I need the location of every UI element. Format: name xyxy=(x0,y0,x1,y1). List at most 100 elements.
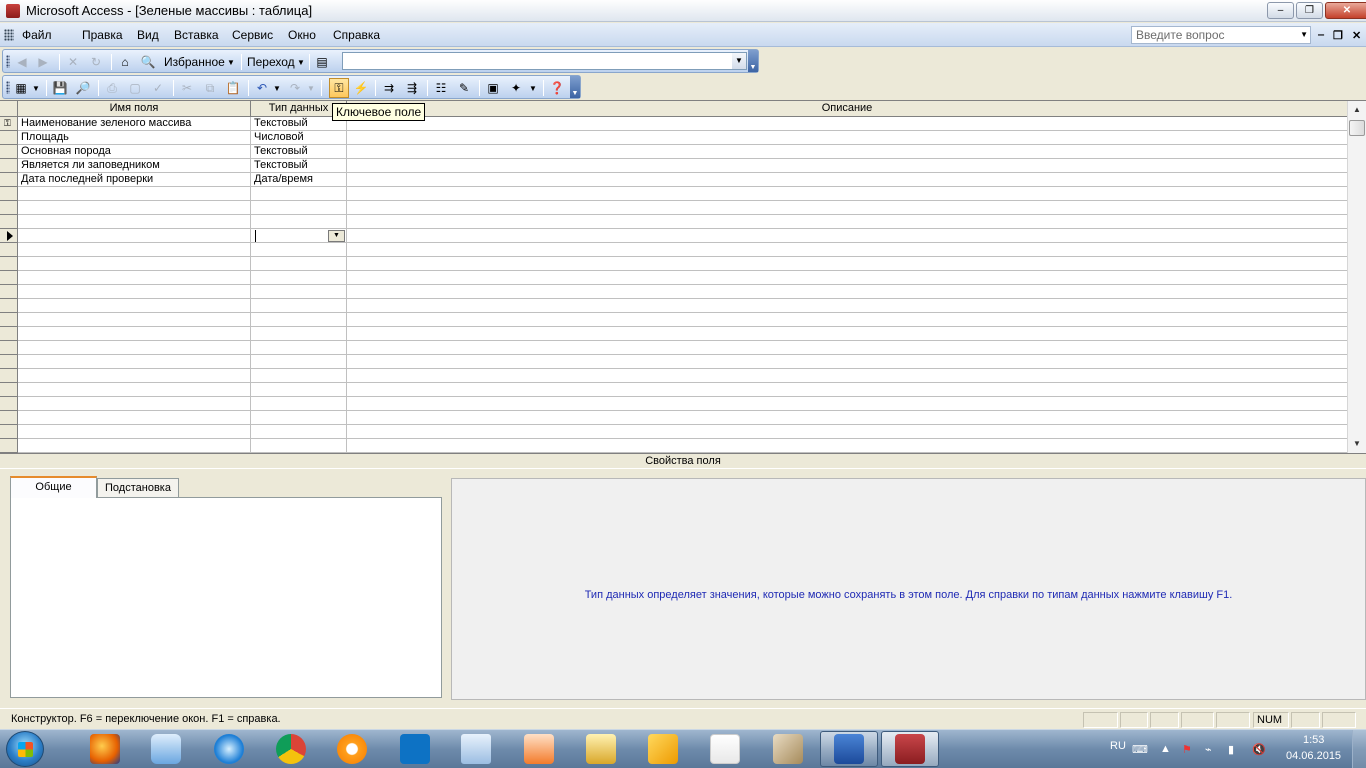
delete-rows-icon[interactable]: ⇶ xyxy=(404,80,420,96)
search-web-icon[interactable]: 🔍 xyxy=(140,54,156,70)
minimize-button[interactable]: – xyxy=(1267,2,1294,19)
description-cell[interactable] xyxy=(347,243,1347,257)
description-cell[interactable] xyxy=(347,369,1347,383)
data-type-cell[interactable] xyxy=(251,313,347,327)
close-button[interactable]: ✕ xyxy=(1325,2,1366,19)
row-selector[interactable] xyxy=(0,173,18,187)
description-cell[interactable] xyxy=(347,159,1347,173)
volume-mute-icon[interactable]: 🔇 xyxy=(1252,743,1266,756)
table-row[interactable] xyxy=(0,411,1347,425)
table-row[interactable]: Основная порода Текстовый xyxy=(0,145,1347,159)
row-selector[interactable] xyxy=(0,187,18,201)
data-type-cell[interactable]: Дата/время xyxy=(251,173,347,187)
table-row[interactable] xyxy=(0,355,1347,369)
table-row[interactable]: Является ли заповедником Текстовый xyxy=(0,159,1347,173)
field-name-cell[interactable] xyxy=(18,299,251,313)
speaker-app-icon[interactable] xyxy=(151,734,181,764)
build-icon[interactable]: ✎ xyxy=(456,80,472,96)
header-field-name[interactable]: Имя поля xyxy=(18,101,251,117)
toolbar-options-icon[interactable]: ▼ xyxy=(570,76,580,98)
data-type-cell[interactable] xyxy=(251,271,347,285)
field-name-cell[interactable] xyxy=(18,271,251,285)
scroll-down-icon[interactable]: ▼ xyxy=(1353,439,1361,448)
table-row[interactable]: Дата последней проверки Дата/время xyxy=(0,173,1347,187)
field-name-cell[interactable] xyxy=(18,397,251,411)
row-selector[interactable] xyxy=(0,271,18,285)
row-selector[interactable] xyxy=(0,425,18,439)
table-row[interactable]: ▼ xyxy=(0,229,1347,243)
menu-edit[interactable]: Правка xyxy=(82,28,123,42)
table-row[interactable] xyxy=(0,313,1347,327)
field-name-cell[interactable] xyxy=(18,229,251,243)
cut-icon[interactable]: ✂ xyxy=(179,80,195,96)
description-cell[interactable] xyxy=(347,397,1347,411)
description-cell[interactable] xyxy=(347,341,1347,355)
chevron-down-icon[interactable]: ▼ xyxy=(32,84,40,93)
row-selector[interactable] xyxy=(0,159,18,173)
show-desktop-button[interactable] xyxy=(1352,730,1366,768)
row-selector[interactable] xyxy=(0,355,18,369)
field-name-cell[interactable]: Наименование зеленого массива xyxy=(18,117,251,131)
data-type-cell[interactable] xyxy=(251,327,347,341)
taskbar-word-button[interactable] xyxy=(820,731,878,767)
description-cell[interactable] xyxy=(347,173,1347,187)
data-type-cell[interactable]: Текстовый xyxy=(251,145,347,159)
menu-file[interactable]: Файл xyxy=(22,28,52,42)
row-selector[interactable] xyxy=(0,285,18,299)
table-row[interactable] xyxy=(0,439,1347,453)
tab-lookup[interactable]: Подстановка xyxy=(97,478,179,498)
row-selector[interactable] xyxy=(0,243,18,257)
corner-cell[interactable] xyxy=(0,101,18,117)
row-selector[interactable] xyxy=(0,229,18,243)
field-name-cell[interactable] xyxy=(18,257,251,271)
table-row[interactable] xyxy=(0,243,1347,257)
chevron-down-icon[interactable]: ▼ xyxy=(227,58,235,67)
toolbar-options-icon[interactable]: ▼ xyxy=(748,50,758,72)
data-type-cell[interactable]: Текстовый xyxy=(251,159,347,173)
field-name-cell[interactable] xyxy=(18,215,251,229)
go-menu[interactable]: Переход xyxy=(247,55,295,69)
data-type-cell[interactable] xyxy=(251,383,347,397)
table-row[interactable]: Площадь Числовой xyxy=(0,131,1347,145)
description-cell[interactable] xyxy=(347,131,1347,145)
keyboard-icon[interactable]: ⌨ xyxy=(1132,743,1148,756)
maximize-button[interactable]: ❐ xyxy=(1296,2,1323,19)
menu-insert[interactable]: Вставка xyxy=(174,28,219,42)
mahjong-icon[interactable] xyxy=(773,734,803,764)
start-button[interactable] xyxy=(6,731,44,767)
description-cell[interactable] xyxy=(347,439,1347,453)
table-row[interactable] xyxy=(0,397,1347,411)
description-cell[interactable] xyxy=(347,257,1347,271)
field-name-cell[interactable]: Дата последней проверки xyxy=(18,173,251,187)
menu-help[interactable]: Справка xyxy=(333,28,380,42)
table-row[interactable] xyxy=(0,327,1347,341)
description-cell[interactable] xyxy=(347,117,1347,131)
table-row[interactable] xyxy=(0,383,1347,397)
tab-general[interactable]: Общие xyxy=(10,476,97,498)
back-icon[interactable]: ◀ xyxy=(14,54,30,70)
field-name-cell[interactable] xyxy=(18,327,251,341)
show-only-web-toolbar-icon[interactable]: ▤ xyxy=(314,54,330,70)
description-cell[interactable] xyxy=(347,215,1347,229)
description-cell[interactable] xyxy=(347,299,1347,313)
clock-time[interactable]: 1:53 xyxy=(1303,734,1324,746)
description-cell[interactable] xyxy=(347,425,1347,439)
redo-icon[interactable]: ↷ xyxy=(287,80,303,96)
description-cell[interactable] xyxy=(347,383,1347,397)
usb-icon[interactable]: ⌁ xyxy=(1205,743,1212,756)
data-type-dropdown-icon[interactable]: ▼ xyxy=(328,230,345,242)
mail-ru-agent-icon[interactable] xyxy=(337,734,367,764)
view-icon[interactable]: ▦ xyxy=(13,80,29,96)
paste-icon[interactable]: 📋 xyxy=(225,80,241,96)
access-app-icon[interactable] xyxy=(6,4,20,18)
help-icon[interactable]: ❓ xyxy=(549,80,565,96)
menu-grip-icon[interactable] xyxy=(4,29,14,41)
file-search-icon[interactable]: 🔎 xyxy=(75,80,91,96)
description-cell[interactable] xyxy=(347,285,1347,299)
table-row[interactable] xyxy=(0,299,1347,313)
data-type-cell[interactable] xyxy=(251,299,347,313)
header-description[interactable]: Описание xyxy=(347,101,1347,117)
clock-date[interactable]: 04.06.2015 xyxy=(1286,750,1341,762)
table-row[interactable] xyxy=(0,341,1347,355)
menu-tools[interactable]: Сервис xyxy=(232,28,273,42)
